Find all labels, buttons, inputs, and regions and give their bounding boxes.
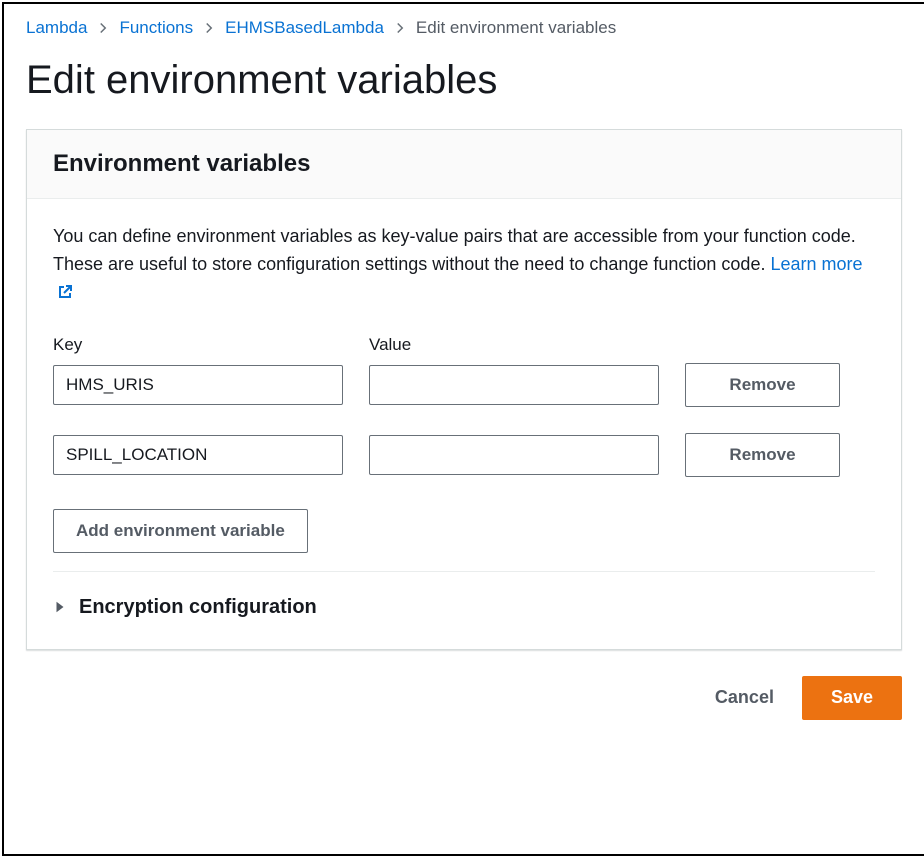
remove-button[interactable]: Remove — [685, 363, 840, 407]
key-column-header: Key — [53, 335, 343, 355]
chevron-right-icon — [97, 22, 109, 34]
page-wrapper: Lambda Functions EHMSBasedLambda Edit en… — [2, 2, 924, 856]
breadcrumb-link-function-name[interactable]: EHMSBasedLambda — [225, 18, 384, 38]
chevron-right-icon — [203, 22, 215, 34]
form-actions: Cancel Save — [26, 676, 902, 720]
panel-body: You can define environment variables as … — [27, 199, 901, 649]
caret-right-icon — [53, 600, 67, 614]
panel-header: Environment variables — [27, 130, 901, 199]
panel-title: Environment variables — [53, 150, 875, 178]
breadcrumb: Lambda Functions EHMSBasedLambda Edit en… — [26, 18, 902, 38]
breadcrumb-link-lambda[interactable]: Lambda — [26, 18, 87, 38]
cancel-button[interactable]: Cancel — [703, 679, 786, 716]
save-button[interactable]: Save — [802, 676, 902, 720]
env-key-input[interactable] — [53, 435, 343, 475]
env-value-input[interactable] — [369, 365, 659, 405]
env-value-input[interactable] — [369, 435, 659, 475]
encryption-config-label: Encryption configuration — [79, 596, 317, 619]
panel-description: You can define environment variables as … — [53, 223, 875, 309]
encryption-config-expander[interactable]: Encryption configuration — [53, 596, 875, 619]
remove-button[interactable]: Remove — [685, 433, 840, 477]
value-column-header: Value — [369, 335, 659, 355]
description-text: You can define environment variables as … — [53, 226, 856, 274]
external-link-icon — [57, 281, 73, 309]
breadcrumb-current: Edit environment variables — [416, 18, 616, 38]
env-vars-grid: Key Value Remove Remove — [53, 335, 875, 477]
env-vars-panel: Environment variables You can define env… — [26, 129, 902, 650]
env-key-input[interactable] — [53, 365, 343, 405]
add-env-var-button[interactable]: Add environment variable — [53, 509, 308, 553]
chevron-right-icon — [394, 22, 406, 34]
breadcrumb-link-functions[interactable]: Functions — [119, 18, 193, 38]
page-title: Edit environment variables — [26, 58, 902, 103]
divider — [53, 571, 875, 572]
